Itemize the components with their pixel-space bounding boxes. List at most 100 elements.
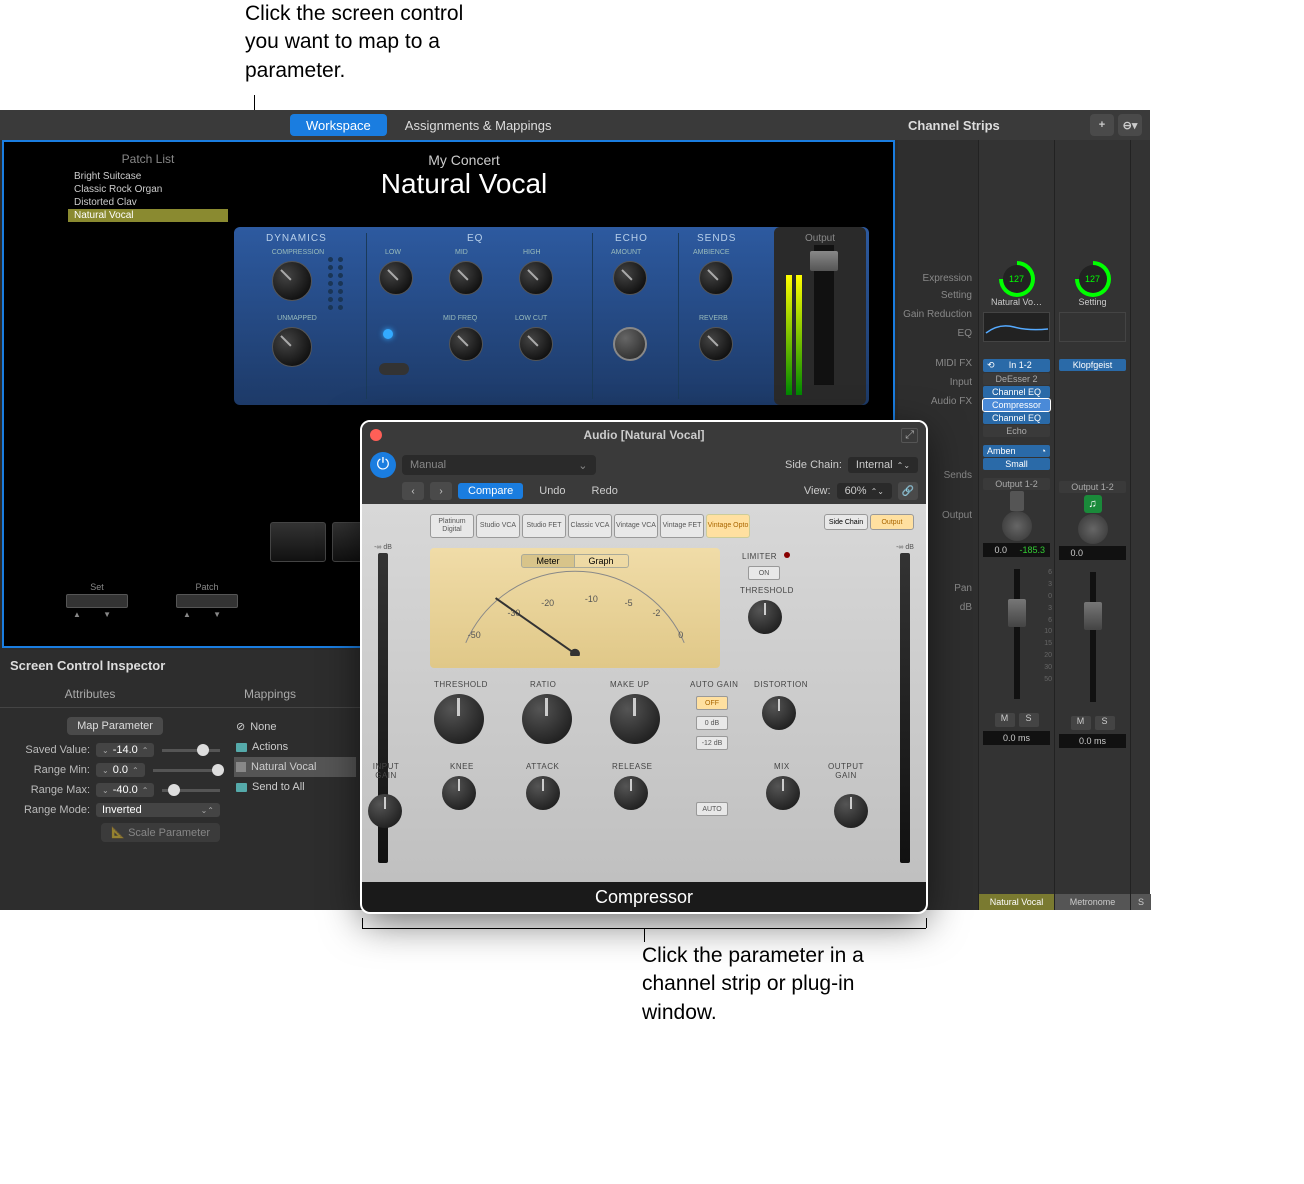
model-tab-active[interactable]: Vintage Opto <box>706 514 750 538</box>
range-max-stepper[interactable]: ⌄-40.0⌃ <box>96 783 154 797</box>
fx-slot[interactable]: Echo <box>983 425 1050 437</box>
patch-item-selected[interactable]: Natural Vocal <box>68 209 228 222</box>
output-fader-thumb[interactable] <box>810 251 838 271</box>
pan-knob[interactable] <box>1078 514 1108 544</box>
auto-release-button[interactable]: AUTO <box>696 802 728 816</box>
undo-button[interactable]: Undo <box>529 483 575 499</box>
input-gain-knob[interactable] <box>368 794 402 828</box>
output-slot[interactable]: Output 1-2 <box>983 478 1050 490</box>
autogain-12db-button[interactable]: -12 dB <box>696 736 728 750</box>
power-button[interactable]: ⏻ <box>370 452 396 478</box>
send-slot[interactable]: Small <box>983 458 1050 470</box>
strip-footer[interactable]: Metronome <box>1055 894 1130 910</box>
patch-item[interactable]: Classic Rock Organ <box>68 183 228 196</box>
scale-parameter-button[interactable]: 📐 Scale Parameter <box>101 823 220 842</box>
fx-slot-selected[interactable]: Compressor <box>983 399 1050 411</box>
tab-workspace[interactable]: Workspace <box>290 114 387 136</box>
knob-high[interactable] <box>519 261 553 295</box>
knob-reverb[interactable] <box>699 327 733 361</box>
knob-amount[interactable] <box>613 261 647 295</box>
transport-button[interactable] <box>270 522 326 562</box>
makeup-knob[interactable] <box>610 694 660 744</box>
output-slot[interactable]: Output 1-2 <box>1059 481 1126 493</box>
tab-assignments[interactable]: Assignments & Mappings <box>389 114 568 136</box>
model-tab[interactable]: Studio VCA <box>476 514 520 538</box>
meter-tab[interactable]: Meter <box>521 554 574 568</box>
link-button[interactable]: 🔗 <box>898 482 918 500</box>
map-parameter-button[interactable]: Map Parameter <box>67 717 163 735</box>
limiter-on-button[interactable]: ON <box>748 566 780 580</box>
io-tab-sidechain[interactable]: Side Chain <box>824 514 868 530</box>
eq-thumbnail[interactable] <box>1059 312 1126 342</box>
model-tab[interactable]: Studio FET <box>522 514 566 538</box>
set-arrows-icon[interactable]: ▲ ▼ <box>73 610 121 619</box>
model-tab[interactable]: Vintage FET <box>660 514 704 538</box>
preset-select[interactable]: Manual⌄ <box>402 455 596 475</box>
distortion-knob[interactable] <box>762 696 796 730</box>
knob-lowcut[interactable] <box>519 327 553 361</box>
knee-knob[interactable] <box>442 776 476 810</box>
fader-track[interactable] <box>1014 569 1020 699</box>
add-strip-button[interactable]: + <box>1090 114 1114 136</box>
saved-value-slider[interactable] <box>162 749 220 752</box>
limiter-threshold-knob[interactable] <box>748 600 782 634</box>
expression-knob[interactable]: 127 <box>1075 261 1111 297</box>
range-mode-select[interactable]: Inverted⌄⌃ <box>96 803 220 817</box>
redo-button[interactable]: Redo <box>582 483 628 499</box>
model-tab[interactable]: Platinum Digital <box>430 514 474 538</box>
autogain-0db-button[interactable]: 0 dB <box>696 716 728 730</box>
input-slot[interactable]: Klopfgeist <box>1059 359 1126 371</box>
fader-thumb[interactable] <box>1084 602 1102 630</box>
knob-ambience[interactable] <box>699 261 733 295</box>
pan-knob[interactable] <box>1002 511 1032 541</box>
patch-item[interactable]: Bright Suitcase <box>68 170 228 183</box>
attack-knob[interactable] <box>526 776 560 810</box>
expression-knob[interactable]: 127 <box>999 261 1035 297</box>
patch-arrows-icon[interactable]: ▲ ▼ <box>183 610 231 619</box>
knob-low[interactable] <box>379 261 413 295</box>
autogain-off-button[interactable]: OFF <box>696 696 728 710</box>
model-tab[interactable]: Classic VCA <box>568 514 612 538</box>
ratio-knob[interactable] <box>522 694 572 744</box>
knob-midfreq[interactable] <box>449 327 483 361</box>
mapping-none[interactable]: ⊘None <box>234 716 356 737</box>
range-min-stepper[interactable]: ⌄0.0⌃ <box>96 763 145 777</box>
plugin-titlebar[interactable]: Audio [Natural Vocal] ⤢ <box>362 422 926 448</box>
fx-slot[interactable]: Channel EQ <box>983 386 1050 398</box>
mute-button[interactable]: M <box>995 713 1015 727</box>
fader-track[interactable] <box>1090 572 1096 702</box>
tab-mappings[interactable]: Mappings <box>180 681 360 707</box>
threshold-knob[interactable] <box>434 694 484 744</box>
output-gain-knob[interactable] <box>834 794 868 828</box>
sidechain-select[interactable]: Internal⌃⌄ <box>848 457 918 473</box>
saved-value-stepper[interactable]: ⌄-14.0⌃ <box>96 743 154 757</box>
send-slot[interactable]: Amben◔ <box>983 445 1050 457</box>
set-button[interactable] <box>66 594 128 608</box>
io-tab-output[interactable]: Output <box>870 514 914 530</box>
fx-slot[interactable]: Channel EQ <box>983 412 1050 424</box>
graph-tab[interactable]: Graph <box>575 554 629 568</box>
solo-button[interactable]: S <box>1095 716 1115 730</box>
knob-compression[interactable] <box>272 261 312 301</box>
release-knob[interactable] <box>614 776 648 810</box>
solo-button[interactable]: S <box>1019 713 1039 727</box>
input-slot[interactable]: ⟲ In 1-2 <box>983 359 1050 372</box>
model-tab[interactable]: Vintage VCA <box>614 514 658 538</box>
mapping-actions[interactable]: Actions <box>234 737 356 757</box>
next-button[interactable]: › <box>430 482 452 500</box>
patch-item[interactable]: Distorted Clav <box>68 196 228 209</box>
mapping-natural-vocal[interactable]: Natural Vocal <box>234 757 356 777</box>
fader-thumb[interactable] <box>1008 599 1026 627</box>
range-max-slider[interactable] <box>162 789 220 792</box>
mute-button[interactable]: M <box>1071 716 1091 730</box>
view-select[interactable]: 60%⌃⌄ <box>837 483 892 499</box>
compare-button[interactable]: Compare <box>458 483 523 499</box>
strip-footer[interactable]: Natural Vocal <box>979 894 1054 910</box>
knob-mid[interactable] <box>449 261 483 295</box>
strip-options-button[interactable]: ⊖▾ <box>1118 114 1142 136</box>
mapping-send-to-all[interactable]: Send to All <box>234 777 356 797</box>
prev-button[interactable]: ‹ <box>402 482 424 500</box>
mix-knob[interactable] <box>766 776 800 810</box>
knob-unmapped[interactable] <box>272 327 312 367</box>
expand-icon[interactable]: ⤢ <box>901 428 918 443</box>
